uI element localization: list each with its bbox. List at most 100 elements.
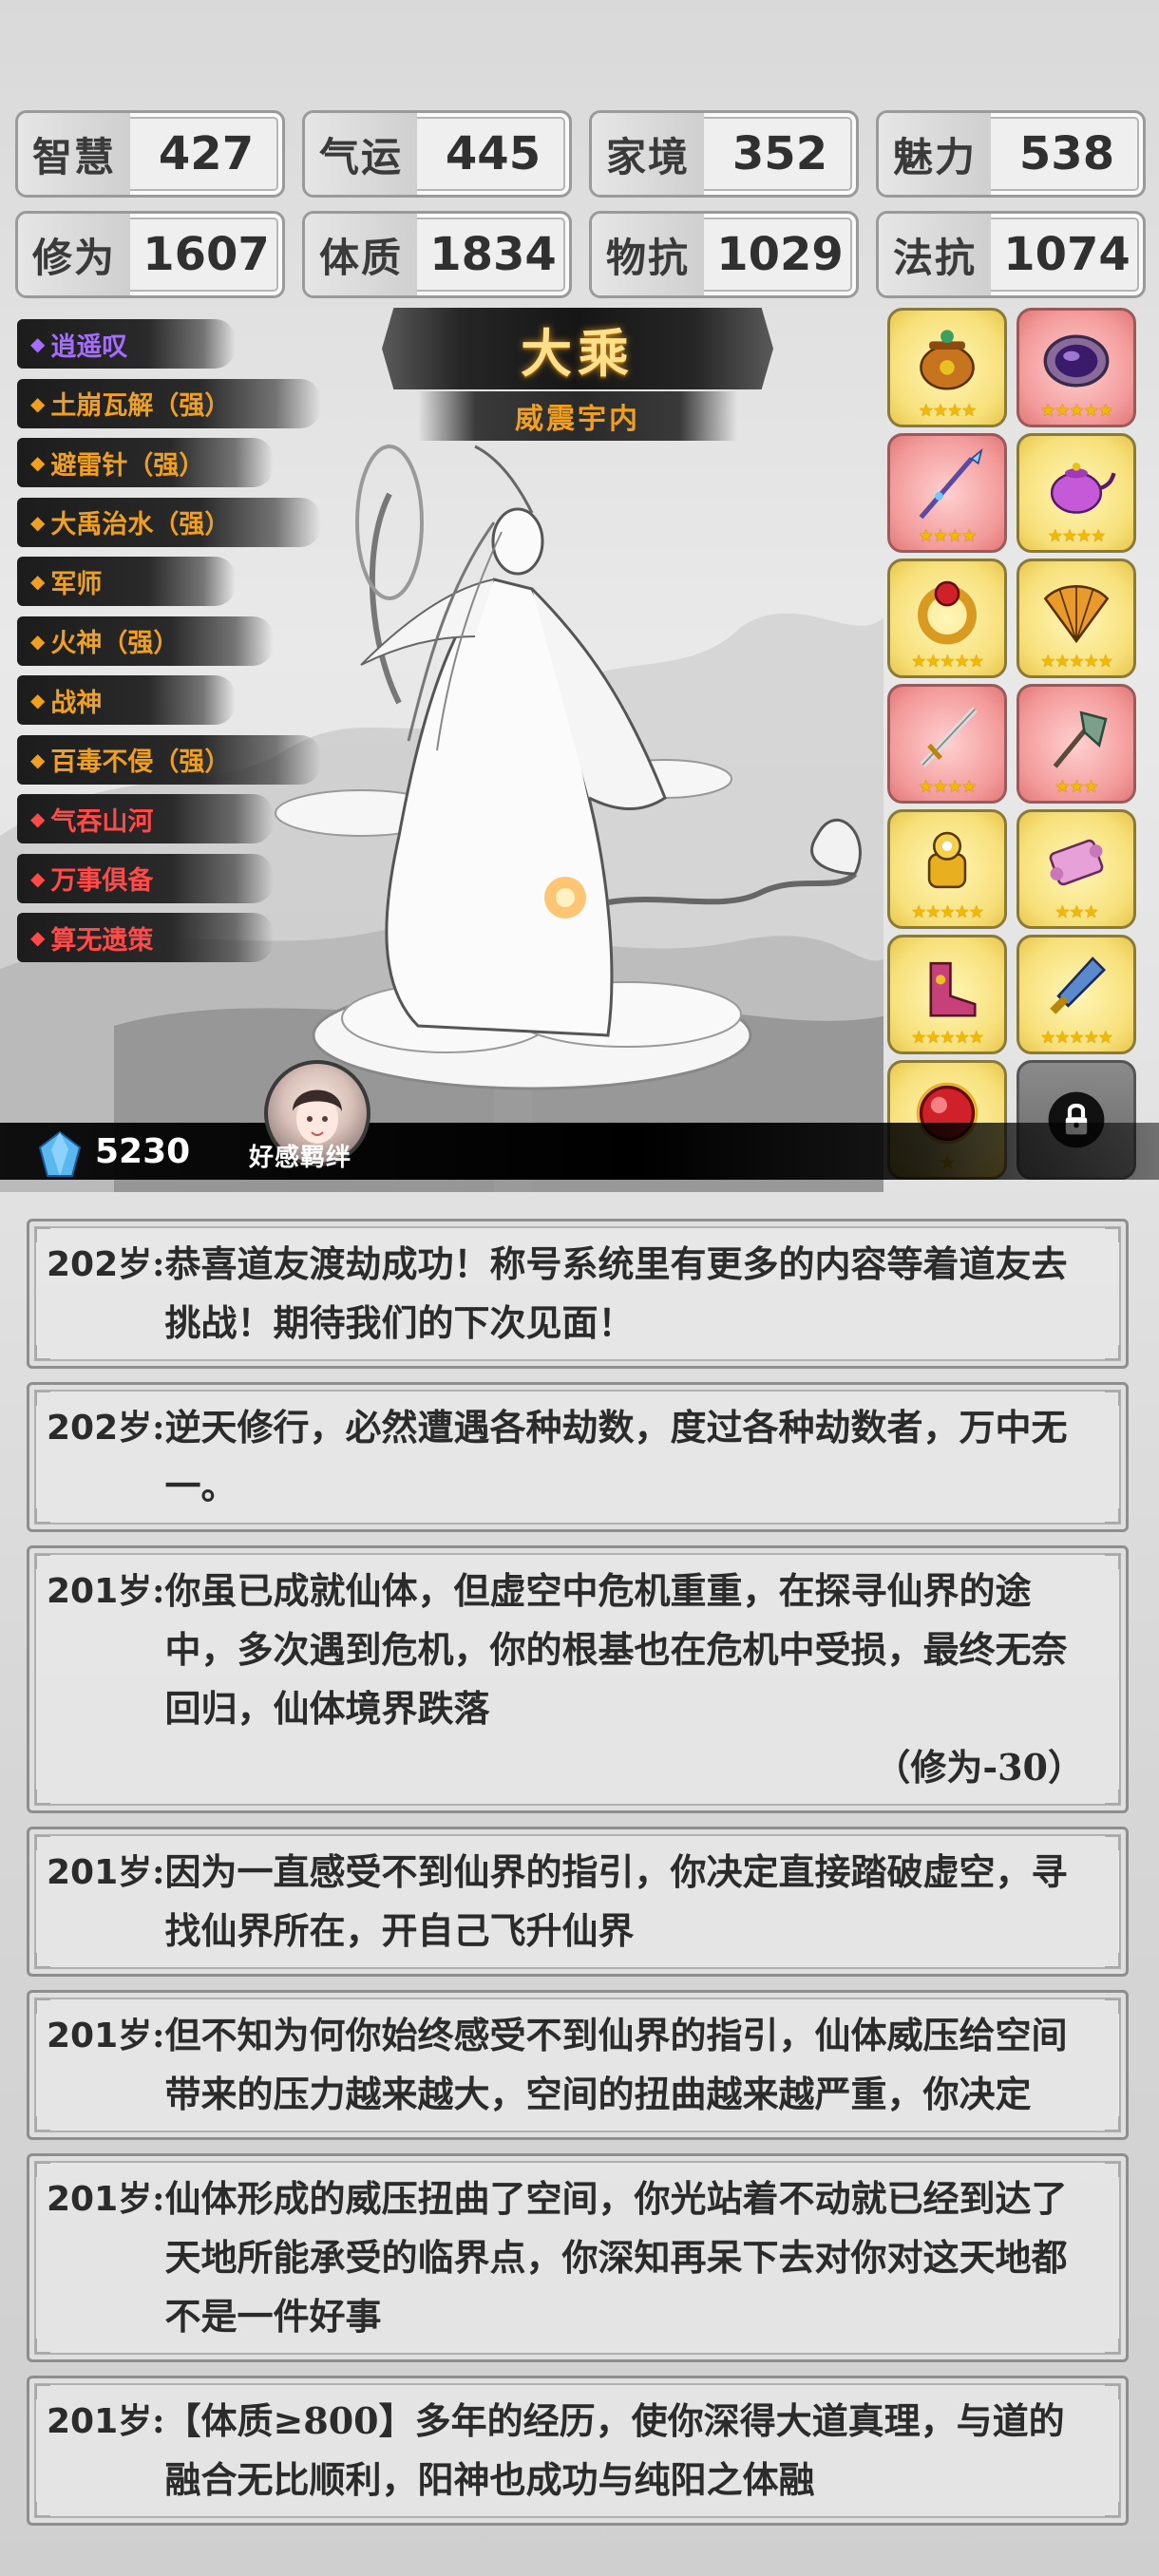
stat-value: 1607: [142, 228, 270, 281]
mirror-icon: [1043, 334, 1110, 388]
axe-icon: [1053, 710, 1108, 768]
trait-item[interactable]: ◆ 万事俱备: [17, 853, 274, 903]
realm-subtitle-banner: 威震宇内: [418, 391, 737, 441]
trait-item[interactable]: ◆ 气吞山河: [17, 794, 274, 843]
equipment-slot[interactable]: ★★★★★: [887, 809, 1007, 929]
equipment-slot[interactable]: ★★★: [1016, 684, 1136, 804]
trait-label: 火神（强）: [50, 629, 180, 658]
log-age: 201岁:: [47, 2179, 165, 2219]
log-text: 【体质≥800】多年的经历，使你深得大道真理，与道的融合无比顺利，阳神也成功与纯…: [164, 2399, 1065, 2501]
equipment-slot[interactable]: ★★★★★: [887, 935, 1007, 1054]
log-text: 但不知为何你始终感受不到仙界的指引，仙体威压给空间带来的压力越来越大，空间的扭曲…: [164, 2014, 1068, 2115]
diamond-icon: ◆: [30, 689, 46, 711]
trait-label: 百毒不侵（强）: [50, 748, 231, 777]
gem-count: 5230: [95, 1132, 191, 1171]
stat-physique: 体质 1834: [302, 211, 572, 298]
diamond-icon: ◆: [30, 629, 46, 653]
stat-label: 智慧: [18, 113, 130, 195]
equipment-slot[interactable]: ★★★★★: [1016, 308, 1136, 427]
equipment-slot[interactable]: ★★★★: [887, 684, 1007, 804]
log-text: 你虽已成就仙体，但虚空中危机重重，在探寻仙界的途中，多次遇到危机，你的根基也在危…: [164, 1562, 1084, 1797]
log-entry: 201岁: 但不知为何你始终感受不到仙界的指引，仙体威压给空间带来的压力越来越大…: [27, 1990, 1129, 2140]
equipment-slot[interactable]: ★★★★: [887, 308, 1007, 427]
equipment-slot[interactable]: ★★★★: [887, 433, 1007, 553]
dagger-icon: [1050, 957, 1107, 1014]
trait-item[interactable]: ◆ 避雷针（强）: [17, 438, 274, 487]
log-age: 201岁:: [47, 2016, 165, 2055]
trait-item[interactable]: ◆ 百毒不侵（强）: [17, 734, 321, 785]
trait-label: 万事俱备: [50, 866, 154, 896]
realm-title: 大乘: [521, 322, 635, 384]
trait-item[interactable]: ◆ 逍遥叹: [17, 319, 236, 369]
log-text: 仙体形成的威压扭曲了空间，你光站着不动就已经到达了天地所能承受的临界点，你深知再…: [164, 2177, 1068, 2338]
stat-value: 445: [445, 127, 542, 180]
stat-physical-resist: 物抗 1029: [589, 211, 859, 298]
stat-value: 1074: [1003, 228, 1130, 281]
log-text: 因为一直感受不到仙界的指引，你决定直接踏破虚空，寻找仙界所在，开自己飞升仙界: [164, 1850, 1068, 1952]
diamond-icon: ◆: [30, 807, 46, 830]
ring-icon: [918, 580, 977, 645]
diamond-icon: ◆: [30, 570, 46, 593]
stat-label: 物抗: [592, 214, 704, 295]
rarity-stars: ★★★★: [918, 526, 978, 546]
stat-family: 家境 352: [589, 110, 859, 198]
trait-item[interactable]: ◆ 军师: [17, 557, 236, 606]
log-entry: 201岁: 仙体形成的威压扭曲了空间，你光站着不动就已经到达了天地所能承受的临界…: [27, 2153, 1129, 2362]
trait-item[interactable]: ◆ 土崩瓦解（强）: [17, 378, 321, 428]
rarity-stars: ★★★★★: [911, 902, 984, 922]
trait-label: 土崩瓦解（强）: [50, 391, 231, 421]
equipment-slot[interactable]: ★★★★: [1016, 433, 1136, 553]
stat-value: 538: [1018, 127, 1115, 180]
gauntlet-icon: [927, 831, 967, 889]
log-age: 202岁:: [47, 1244, 165, 1284]
diamond-icon: ◆: [30, 866, 46, 890]
equipment-slot[interactable]: ★★★★★: [1016, 559, 1136, 678]
stat-value: 1834: [429, 228, 557, 281]
trait-item[interactable]: ◆ 战神: [17, 675, 236, 725]
character-panel: ◆ 逍遥叹 ◆ 土崩瓦解（强） ◆ 避雷针（强） ◆ 大禹治水（强） ◆ 军师 ◆ 火神（强…: [0, 304, 1159, 1192]
realm-subtitle: 威震宇内: [515, 403, 640, 436]
equipment-slot[interactable]: ★★★: [1016, 809, 1136, 929]
log-entry: 201岁: 【体质≥800】多年的经历，使你深得大道真理，与道的融合无比顺利，阳…: [27, 2376, 1129, 2526]
trait-item[interactable]: ◆ 大禹治水（强）: [17, 497, 321, 547]
trait-list[interactable]: ◆ 逍遥叹 ◆ 土崩瓦解（强） ◆ 避雷针（强） ◆ 大禹治水（强） ◆ 军师 ◆ 火神（强…: [17, 319, 331, 1003]
log-age: 201岁:: [47, 2401, 165, 2441]
stat-charm: 魅力 538: [876, 110, 1146, 198]
rarity-stars: ★★★★★: [1040, 1028, 1113, 1048]
rarity-stars: ★★★★★: [911, 1028, 984, 1048]
log-text: 逆天修行，必然遭遇各种劫数，度过各种劫数者，万中无一。: [164, 1406, 1068, 1507]
spear-icon: [919, 447, 983, 520]
stat-label: 家境: [592, 113, 704, 195]
stat-cultivation: 修为 1607: [15, 211, 285, 298]
scroll-icon: [1049, 839, 1104, 886]
trait-label: 逍遥叹: [50, 331, 128, 362]
rarity-stars: ★★★★★: [1040, 401, 1113, 421]
trait-item[interactable]: ◆ 火神（强）: [17, 616, 274, 666]
log-effect: （修为-30）: [874, 1746, 1084, 1789]
equipment-grid: ★★★★ ★★★★★ ★★★★ ★★★★ ★★★★★ ★★★★★ ★★★★ ★★…: [887, 308, 1136, 1180]
stat-luck: 气运 445: [302, 110, 572, 198]
stat-label: 体质: [305, 214, 417, 295]
diamond-icon: ◆: [30, 926, 46, 949]
trait-item[interactable]: ◆ 算无遗策: [17, 913, 274, 962]
log-entry: 202岁: 逆天修行，必然遭遇各种劫数，度过各种劫数者，万中无一。: [27, 1382, 1129, 1532]
rarity-stars: ★★★★: [1047, 526, 1107, 546]
trait-label: 军师: [50, 569, 103, 599]
log-age: 201岁:: [47, 1852, 165, 1892]
bond-button[interactable]: 好感羁绊: [249, 1138, 352, 1173]
gem-icon: [38, 1130, 82, 1177]
diamond-icon: ◆: [30, 510, 46, 534]
stat-label: 修为: [18, 214, 130, 295]
stat-wisdom: 智慧 427: [15, 110, 285, 198]
log-entry: 201岁: 因为一直感受不到仙界的指引，你决定直接踏破虚空，寻找仙界所在，开自己…: [27, 1827, 1129, 1977]
stat-label: 魅力: [879, 113, 991, 195]
event-log[interactable]: 202岁: 恭喜道友渡劫成功！称号系统里有更多的内容等着道友去挑战！期待我们的下…: [27, 1219, 1129, 2539]
log-age: 202岁:: [47, 1408, 165, 1448]
log-entry: 202岁: 恭喜道友渡劫成功！称号系统里有更多的内容等着道友去挑战！期待我们的下…: [27, 1219, 1129, 1369]
stat-value: 1029: [716, 228, 844, 281]
rarity-stars: ★★★★: [918, 401, 978, 421]
equipment-slot[interactable]: ★★★★★: [887, 559, 1007, 678]
equipment-slot[interactable]: ★★★★★: [1016, 935, 1136, 1054]
rarity-stars: ★★★★★: [1040, 652, 1113, 672]
cauldron-icon: [920, 330, 975, 390]
